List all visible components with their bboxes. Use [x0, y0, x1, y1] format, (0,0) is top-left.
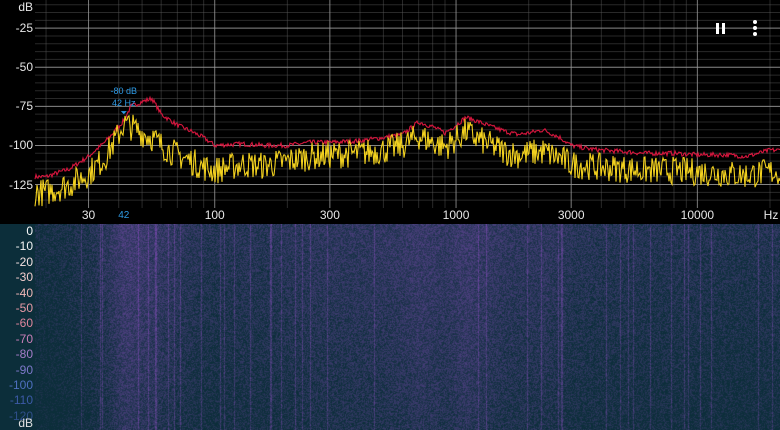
- spectrogram-db-label: -80: [15, 347, 33, 362]
- spectrum-panel[interactable]: dB -25 -50 -75 -100 -125 30 100 300 1000 3000 100…: [0, 0, 780, 224]
- more-options-button[interactable]: [743, 16, 767, 40]
- spectrum-plot: [34, 0, 780, 208]
- spectrum-analyzer-screen: dB -25 -50 -75 -100 -125 30 100 300 1000 3000 100…: [0, 0, 780, 430]
- spectrum-y-unit: dB: [18, 0, 33, 14]
- spectrum-y-tick-label: -125: [8, 177, 33, 192]
- spectrogram-db-label: -10: [15, 239, 33, 254]
- spectrum-y-tick-label: -50: [15, 60, 33, 75]
- spectrogram-db-label: -110: [9, 393, 33, 408]
- spectrum-x-tick-label: 30: [81, 208, 96, 222]
- spectrogram-heatmap: [35, 224, 780, 430]
- peak-marker-freq-axis-label: 42: [118, 210, 130, 221]
- spectrum-y-tick-label: -100: [8, 138, 33, 153]
- spectrogram-db-label: -100: [8, 378, 33, 392]
- spectrum-y-tick-label: -25: [15, 21, 33, 36]
- spectrogram-db-label: -40: [15, 285, 33, 300]
- pause-icon: [716, 23, 719, 34]
- spectrogram-db-label: -90: [15, 362, 33, 377]
- peak-marker-db: -80 dB: [110, 86, 138, 97]
- pause-button[interactable]: [709, 16, 733, 40]
- spectrum-x-tick-label: 100: [204, 208, 225, 222]
- peak-marker-hz: 42 Hz: [112, 98, 136, 109]
- spectrogram-db-label: 0: [26, 224, 33, 238]
- spectrum-y-tick-label: -75: [15, 99, 33, 114]
- pause-icon-bar: [722, 23, 725, 34]
- more-dot: [753, 20, 757, 24]
- spectrogram-y-unit: dB: [18, 416, 33, 430]
- peak-hold-line: [34, 95, 780, 180]
- more-dot: [753, 32, 757, 36]
- more-dot: [753, 26, 757, 30]
- spectrogram-panel[interactable]: 0 -10 -20 -30 -40 -50 -60 -70 -80 -90 -100 -110 -120…: [0, 224, 780, 430]
- spectrum-x-unit: Hz: [763, 208, 779, 222]
- spectrum-x-tick-label: 1000: [442, 208, 470, 222]
- spectrogram-db-label: -60: [15, 316, 33, 331]
- spectrogram-db-label: -70: [15, 331, 33, 346]
- spectrogram-db-label: -20: [15, 254, 33, 269]
- spectrum-x-tick-label: 10000: [680, 208, 715, 222]
- spectrogram-db-label: -30: [15, 270, 33, 285]
- spectrum-x-tick-label: 3000: [557, 208, 585, 222]
- spectrum-x-tick-label: 300: [319, 208, 340, 222]
- spectrogram-db-label: -50: [15, 301, 33, 315]
